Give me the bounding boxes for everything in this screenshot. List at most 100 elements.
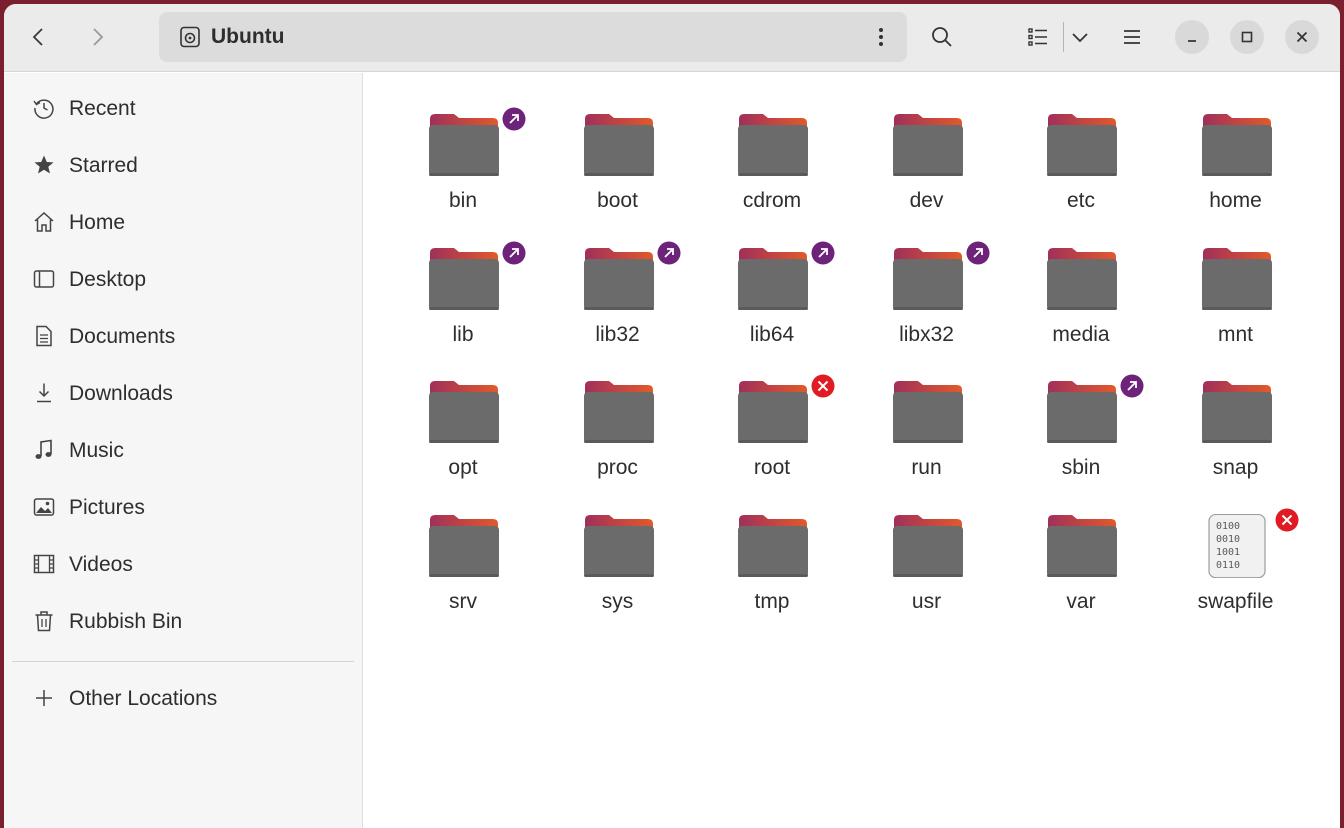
sidebar-item-recent[interactable]: Recent — [12, 83, 352, 133]
sidebar-item-other-locations[interactable]: Other Locations — [12, 673, 352, 723]
minimize-button[interactable] — [1175, 20, 1209, 54]
star-icon — [34, 155, 54, 174]
file-item-boot[interactable]: boot — [543, 111, 693, 231]
sidebar-item-label: Rubbish Bin — [69, 610, 183, 633]
sidebar-item-starred[interactable]: Starred — [12, 140, 352, 190]
file-item-label: mnt — [1217, 322, 1253, 346]
sidebar-item-label: Other Locations — [69, 687, 218, 710]
sidebar-separator — [12, 661, 354, 662]
svg-text:0100: 0100 — [1216, 521, 1240, 532]
sidebar-item-label: Home — [69, 211, 126, 234]
file-item-media[interactable]: media — [1006, 245, 1156, 365]
symlink-emblem-icon — [966, 241, 989, 264]
sidebar-item-desktop[interactable]: Desktop — [12, 254, 352, 304]
close-icon — [1296, 31, 1308, 43]
binary-file-icon: 0100 0010 1001 0110 — [1207, 513, 1266, 578]
file-item-tmp[interactable]: tmp — [697, 512, 847, 632]
path-menu-icon[interactable] — [871, 24, 891, 50]
search-button[interactable] — [922, 18, 962, 56]
view-toggle-button[interactable] — [1018, 18, 1058, 56]
file-item-label: opt — [448, 456, 478, 479]
file-item-sbin[interactable]: sbin — [1006, 374, 1156, 498]
sidebar-item-pictures[interactable]: Pictures — [12, 482, 352, 532]
file-item-label: media — [1052, 322, 1110, 346]
folder-icon — [583, 381, 654, 443]
main-menu-button[interactable] — [1112, 18, 1152, 56]
desktop-icon — [33, 270, 55, 288]
unreadable-emblem-icon — [1275, 508, 1298, 531]
video-icon — [33, 554, 55, 574]
file-item-home[interactable]: home — [1161, 111, 1311, 231]
file-item-label: lib64 — [749, 322, 795, 346]
folder-icon — [1201, 381, 1272, 443]
sidebar-item-label: Pictures — [69, 496, 145, 519]
sidebar-item-label: Downloads — [69, 382, 173, 405]
file-item-root[interactable]: root — [697, 374, 847, 498]
file-item-mnt[interactable]: mnt — [1161, 245, 1311, 365]
file-item-swapfile[interactable]: 0100 0010 1001 0110 swapfile — [1161, 508, 1311, 632]
file-item-label: lib32 — [595, 322, 640, 346]
file-item-var[interactable]: var — [1006, 512, 1156, 632]
file-item-bin[interactable]: bin — [388, 107, 538, 231]
symlink-emblem-icon — [811, 241, 835, 264]
file-item-lib32[interactable]: lib32 — [543, 241, 693, 365]
sidebar: Recent Starred Home Desktop Documents Do… — [4, 73, 363, 828]
back-button[interactable] — [18, 18, 58, 56]
file-item-usr[interactable]: usr — [852, 512, 1002, 632]
home-icon — [34, 211, 54, 232]
file-item-label: sys — [601, 589, 634, 613]
symlink-emblem-icon — [502, 241, 526, 264]
file-item-libx32[interactable]: libx32 — [852, 241, 1002, 365]
file-item-label: run — [911, 456, 942, 479]
picture-icon — [33, 498, 55, 516]
file-item-lib64[interactable]: lib64 — [697, 241, 847, 365]
file-item-snap[interactable]: snap — [1161, 378, 1311, 498]
file-item-label: boot — [597, 189, 638, 212]
folder-icon — [738, 514, 808, 577]
minimize-icon — [1188, 40, 1196, 42]
file-item-dev[interactable]: dev — [852, 111, 1002, 231]
svg-text:1001: 1001 — [1216, 547, 1240, 558]
sidebar-item-home[interactable]: Home — [12, 197, 352, 247]
sidebar-item-rubbish-bin[interactable]: Rubbish Bin — [12, 596, 352, 646]
folder-icon — [1047, 381, 1117, 443]
list-view-icon — [1028, 28, 1047, 46]
file-item-proc[interactable]: proc — [543, 378, 693, 498]
sidebar-item-label: Music — [69, 439, 124, 462]
file-item-sys[interactable]: sys — [543, 512, 693, 632]
symlink-emblem-icon — [1120, 374, 1144, 398]
file-item-label: root — [753, 456, 791, 479]
file-item-lib[interactable]: lib — [388, 241, 538, 365]
file-grid: bin boot cdrom dev etc home lib lib32 lib64 libx3… — [364, 73, 1340, 828]
file-item-opt[interactable]: opt — [388, 378, 538, 498]
close-button[interactable] — [1285, 20, 1319, 54]
folder-icon — [1047, 514, 1117, 577]
file-item-label: cdrom — [742, 189, 802, 212]
forward-button[interactable] — [78, 18, 118, 56]
file-item-etc[interactable]: etc — [1006, 111, 1156, 231]
file-manager-window: Ubuntu Recent Starred Home Desktop Docum… — [4, 4, 1340, 828]
view-options-button[interactable] — [1060, 18, 1100, 56]
file-item-srv[interactable]: srv — [388, 512, 538, 632]
folder-icon — [892, 381, 963, 443]
folder-icon — [1201, 247, 1272, 310]
sidebar-item-documents[interactable]: Documents — [12, 311, 352, 361]
file-item-label: sbin — [1061, 456, 1101, 479]
sidebar-item-videos[interactable]: Videos — [12, 539, 352, 589]
folder-icon — [892, 514, 963, 577]
location-bar[interactable]: Ubuntu — [159, 12, 907, 62]
sidebar-item-downloads[interactable]: Downloads — [12, 368, 352, 418]
file-item-run[interactable]: run — [852, 378, 1002, 498]
svg-text:0010: 0010 — [1216, 534, 1240, 545]
maximize-button[interactable] — [1230, 20, 1264, 54]
folder-icon — [892, 247, 963, 310]
folder-icon — [583, 114, 654, 176]
file-item-cdrom[interactable]: cdrom — [697, 111, 847, 231]
hamburger-menu-icon — [1124, 30, 1140, 44]
location-label: Ubuntu — [211, 25, 285, 48]
clock-icon — [33, 99, 54, 119]
folder-icon — [583, 514, 654, 577]
svg-text:0110: 0110 — [1216, 560, 1240, 571]
folder-icon — [738, 247, 808, 310]
sidebar-item-music[interactable]: Music — [12, 425, 352, 475]
